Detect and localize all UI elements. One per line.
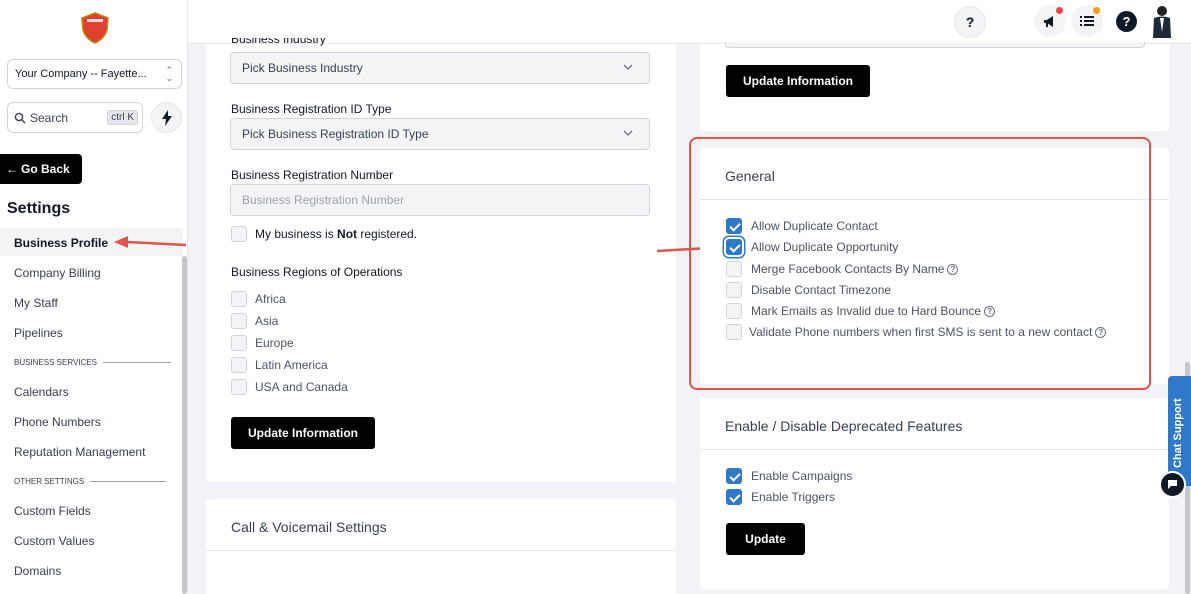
sidebar-item-domains[interactable]: Domains: [14, 564, 61, 578]
list-icon: [1080, 16, 1094, 26]
region-label: Asia: [255, 314, 279, 328]
section-divider: [90, 481, 167, 482]
company-logo-icon: [81, 12, 109, 44]
sidebar-item-calendars[interactable]: Calendars: [14, 385, 69, 399]
announcements-button[interactable]: [1034, 5, 1066, 37]
company-name: Your Company -- Fayette...: [15, 68, 147, 80]
truncated-input[interactable]: [725, 42, 1145, 48]
region-checkbox-africa[interactable]: [231, 291, 247, 307]
chat-support-label: Chat Support: [1172, 398, 1184, 468]
help-center-button[interactable]: ?: [954, 6, 986, 38]
chevron-down-icon: [623, 130, 633, 136]
label-part: My business is: [255, 227, 338, 241]
user-avatar[interactable]: [1149, 4, 1175, 38]
region-checkbox-usa-canada[interactable]: [231, 379, 247, 395]
enable-campaigns-checkbox[interactable]: [726, 468, 742, 484]
lightning-icon: [161, 109, 172, 126]
reg-id-type-label: Business Registration ID Type: [231, 102, 392, 116]
sidebar-item-my-staff[interactable]: My Staff: [14, 296, 58, 310]
business-info-card: Business Industry Pick Business Industry…: [206, 38, 676, 482]
sidebar-item-custom-values[interactable]: Custom Values: [14, 534, 94, 548]
right-top-card: Update Information: [700, 42, 1169, 131]
sidebar-item-phone-numbers[interactable]: Phone Numbers: [14, 415, 101, 429]
sidebar-item-business-profile[interactable]: Business Profile: [14, 236, 108, 250]
card-divider: [700, 449, 1169, 450]
section-other-settings: OTHER SETTINGS: [14, 477, 167, 486]
label-part: registered.: [357, 227, 418, 241]
notification-dot: [1056, 7, 1063, 14]
select-value: Pick Business Industry: [242, 61, 363, 75]
select-value: Pick Business Registration ID Type: [242, 127, 429, 141]
search-icon: [14, 112, 26, 123]
update-information-button[interactable]: Update Information: [231, 417, 375, 449]
region-label: USA and Canada: [255, 380, 348, 394]
top-bar: ? ?: [188, 0, 1191, 44]
tasks-button[interactable]: [1071, 5, 1103, 37]
option-label: Enable Triggers: [751, 490, 836, 504]
enable-triggers-checkbox[interactable]: [726, 489, 742, 505]
chat-widget-button[interactable]: [1159, 471, 1186, 498]
sidebar-item-custom-fields[interactable]: Custom Fields: [14, 504, 91, 518]
sidebar: Your Company -- Fayette... ⌃ ⌄ Search ctr…: [0, 0, 188, 594]
business-industry-label: Business Industry: [231, 38, 326, 50]
region-checkbox-asia[interactable]: [231, 313, 247, 329]
option-label: Enable Campaigns: [751, 469, 853, 483]
section-business-services: BUSINESS SERVICES: [14, 358, 171, 367]
call-voicemail-title: Call & Voicemail Settings: [231, 519, 387, 535]
search-placeholder: Search: [30, 110, 69, 125]
not-registered-checkbox[interactable]: [231, 226, 247, 242]
search-input[interactable]: Search ctrl K: [7, 102, 143, 133]
megaphone-icon: [1044, 15, 1053, 27]
question-icon: ?: [965, 14, 975, 30]
chat-bubble-icon: [1168, 480, 1177, 489]
not-registered-label: My business is Not registered.: [255, 227, 417, 241]
sidebar-scrollbar[interactable]: [182, 256, 187, 594]
quick-actions-button[interactable]: [151, 102, 182, 133]
section-label: OTHER SETTINGS: [14, 477, 85, 486]
label-text: Business Industry: [231, 38, 326, 46]
deprecated-features-card: Enable / Disable Deprecated Features Ena…: [700, 398, 1169, 589]
sidebar-item-pipelines[interactable]: Pipelines: [14, 326, 63, 340]
question-icon: ?: [1122, 14, 1131, 29]
reg-number-label: Business Registration Number: [231, 168, 394, 182]
region-label: Latin America: [255, 358, 328, 372]
reg-id-type-select[interactable]: Pick Business Registration ID Type: [230, 118, 650, 150]
chevron-down-icon: [623, 64, 633, 70]
section-divider: [103, 362, 171, 363]
card-divider: [206, 550, 676, 551]
region-label: Europe: [255, 336, 294, 350]
updown-chevron-icon: ⌃ ⌄: [165, 65, 173, 83]
region-label: Africa: [255, 292, 286, 306]
company-switcher[interactable]: Your Company -- Fayette... ⌃ ⌄: [7, 59, 182, 89]
update-button[interactable]: Update: [726, 523, 805, 555]
chat-support-tab[interactable]: Chat Support: [1168, 376, 1191, 486]
notification-dot: [1093, 7, 1100, 14]
sidebar-item-company-billing[interactable]: Company Billing: [14, 266, 101, 280]
update-information-button[interactable]: Update Information: [726, 65, 870, 97]
section-label: BUSINESS SERVICES: [14, 358, 97, 367]
search-shortcut: ctrl K: [107, 110, 138, 125]
region-checkbox-latin-america[interactable]: [231, 357, 247, 373]
deprecated-title: Enable / Disable Deprecated Features: [725, 418, 963, 434]
label-part-bold: Not: [337, 227, 358, 241]
business-industry-select[interactable]: Pick Business Industry: [230, 52, 650, 84]
settings-title: Settings: [7, 200, 71, 217]
reg-number-input[interactable]: Business Registration Number: [230, 184, 650, 216]
annotation-arrow-icon: [114, 236, 187, 248]
region-checkbox-europe[interactable]: [231, 335, 247, 351]
go-back-label: Go Back: [21, 162, 70, 176]
go-back-button[interactable]: ← Go Back: [0, 154, 82, 184]
help-button[interactable]: ?: [1116, 11, 1137, 32]
input-placeholder: Business Registration Number: [242, 193, 405, 207]
sidebar-item-reputation-management[interactable]: Reputation Management: [14, 445, 145, 459]
annotation-highlight-box: [689, 137, 1151, 390]
arrow-left-icon: ←: [6, 162, 18, 176]
regions-label: Business Regions of Operations: [231, 265, 403, 279]
call-voicemail-card: Call & Voicemail Settings: [206, 499, 676, 594]
